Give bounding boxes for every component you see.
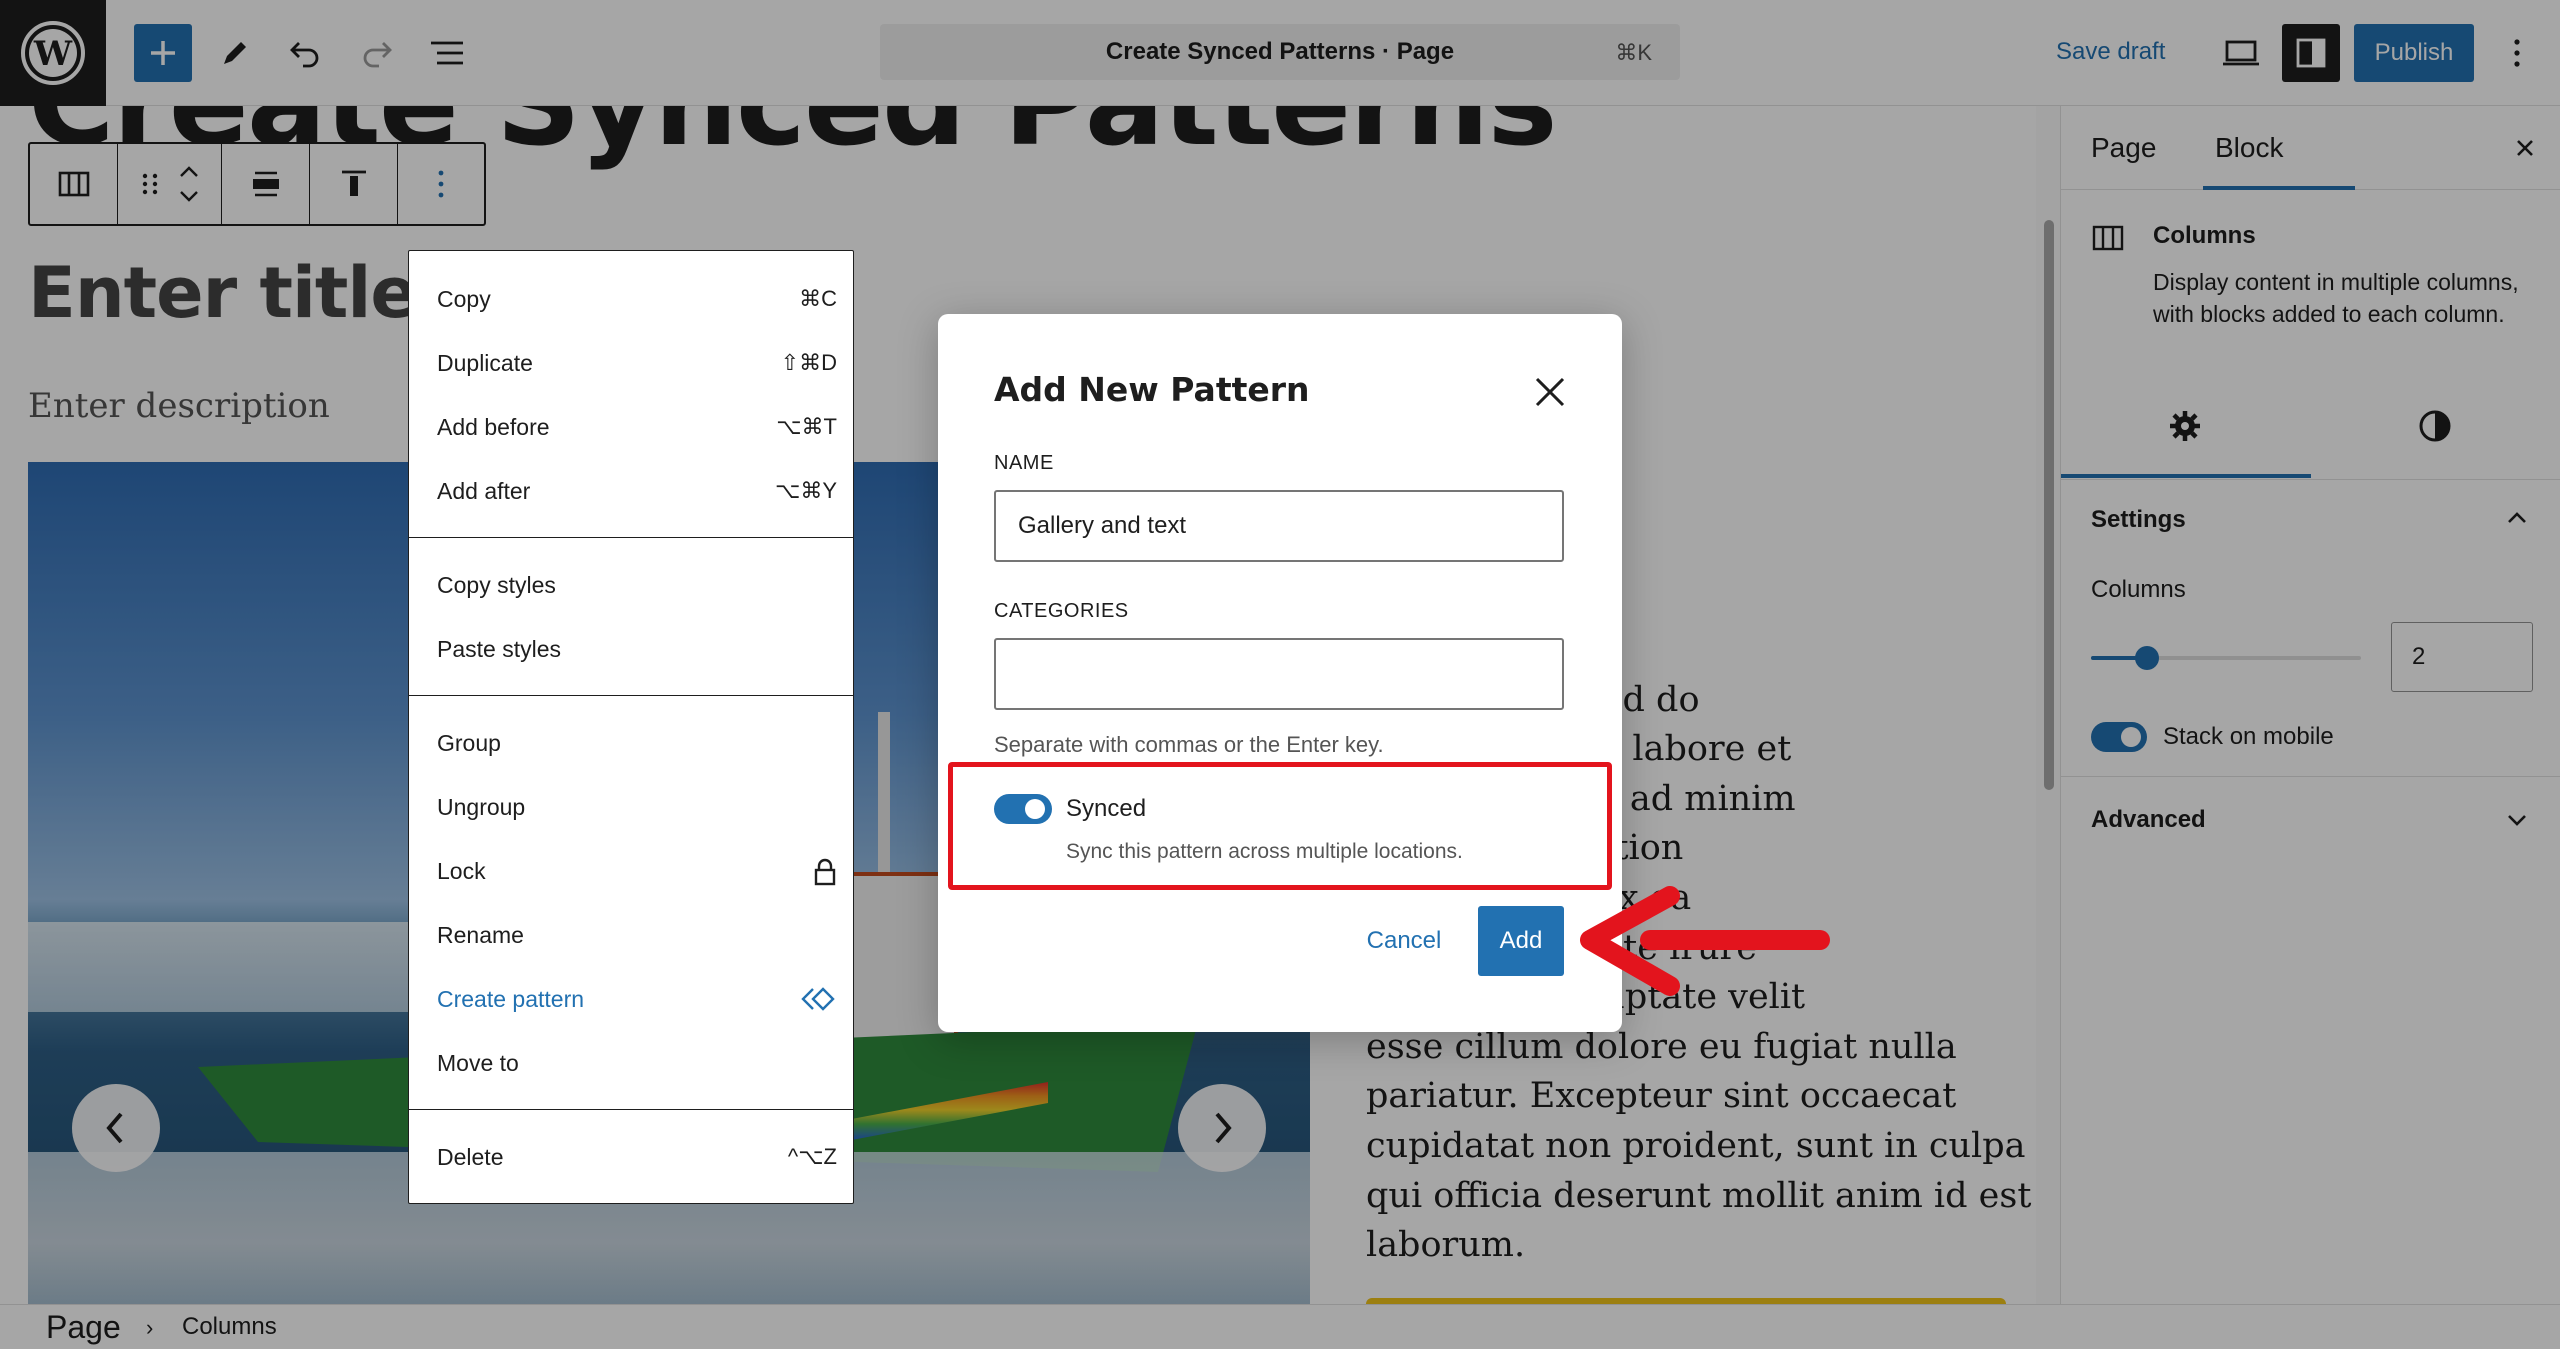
lock-icon bbox=[814, 858, 836, 886]
block-options-menu: Copy ⌘C Duplicate ⇧⌘D Add before ⌥⌘T Add… bbox=[408, 250, 854, 1204]
menu-item-duplicate[interactable]: Duplicate ⇧⌘D bbox=[437, 331, 837, 395]
dialog-close-button[interactable] bbox=[1522, 364, 1578, 420]
name-field-label: NAME bbox=[994, 452, 1054, 474]
shortcut: ^⌥Z bbox=[787, 1144, 837, 1169]
categories-field-label: CATEGORIES bbox=[994, 600, 1129, 622]
menu-item-copy-styles[interactable]: Copy styles bbox=[437, 553, 837, 617]
menu-item-move-to[interactable]: Move to bbox=[437, 1031, 837, 1095]
close-icon bbox=[1535, 377, 1565, 407]
categories-help-text: Separate with commas or the Enter key. bbox=[994, 732, 1384, 757]
menu-item-group[interactable]: Group bbox=[437, 711, 837, 775]
add-pattern-dialog: Add New Pattern NAME Gallery and text CA… bbox=[938, 314, 1622, 1032]
menu-item-lock[interactable]: Lock bbox=[437, 839, 837, 903]
shortcut: ⌘C bbox=[799, 286, 837, 311]
menu-item-create-pattern[interactable]: Create pattern bbox=[437, 967, 837, 1031]
shortcut: ⌥⌘T bbox=[776, 414, 837, 439]
shortcut: ⇧⌘D bbox=[780, 350, 837, 375]
menu-item-add-after[interactable]: Add after ⌥⌘Y bbox=[437, 459, 837, 523]
menu-item-rename[interactable]: Rename bbox=[437, 903, 837, 967]
menu-divider bbox=[409, 695, 853, 696]
menu-item-delete[interactable]: Delete ^⌥Z bbox=[437, 1125, 837, 1189]
add-button[interactable]: Add bbox=[1478, 906, 1564, 976]
menu-divider bbox=[409, 1109, 853, 1110]
shortcut: ⌥⌘Y bbox=[774, 478, 837, 503]
pattern-name-input[interactable]: Gallery and text bbox=[994, 490, 1564, 562]
menu-item-copy[interactable]: Copy ⌘C bbox=[437, 267, 837, 331]
synced-toggle-label: Synced bbox=[1066, 795, 1147, 822]
symbol-icon bbox=[801, 987, 835, 1011]
dialog-title: Add New Pattern bbox=[994, 370, 1310, 409]
menu-item-paste-styles[interactable]: Paste styles bbox=[437, 617, 837, 681]
menu-divider bbox=[409, 537, 853, 538]
menu-item-add-before[interactable]: Add before ⌥⌘T bbox=[437, 395, 837, 459]
categories-input[interactable] bbox=[994, 638, 1564, 710]
toggle-knob bbox=[1025, 799, 1045, 819]
menu-item-ungroup[interactable]: Ungroup bbox=[437, 775, 837, 839]
synced-help-text: Sync this pattern across multiple locati… bbox=[1066, 840, 1463, 863]
synced-highlight-box bbox=[948, 762, 1612, 890]
annotation-arrow bbox=[1580, 886, 1830, 996]
cancel-button[interactable]: Cancel bbox=[1354, 906, 1454, 976]
